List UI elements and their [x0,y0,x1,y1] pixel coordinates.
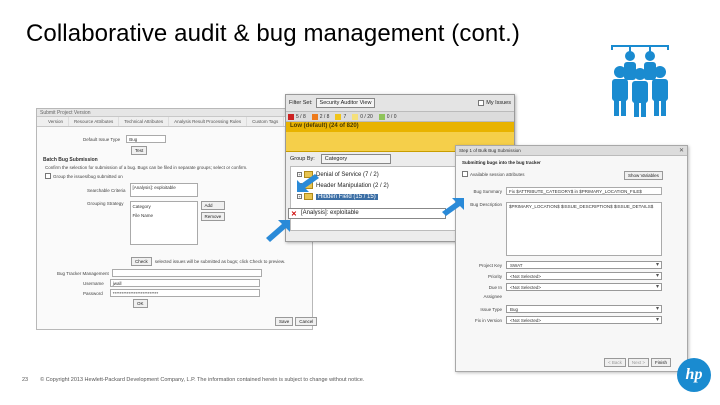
arrow-icon [297,174,319,192]
ok-button[interactable]: OK [133,299,148,308]
batch-section-desc: Confirm the selection for submission of … [45,165,248,170]
tree-item[interactable]: + Hidden Field (15 / 15) [297,193,378,200]
submitting-text: Submitting bugs into the bug tracker [462,160,541,165]
group-by-select[interactable]: Category [320,154,391,164]
team-people-icon [611,45,669,117]
folder-icon [304,193,313,200]
close-icon[interactable]: ✕ [679,147,684,154]
due-in-select[interactable]: <Not Selected> [506,283,662,291]
test-button[interactable]: Test [131,146,148,155]
back-button[interactable]: < Back [604,358,626,367]
grouping-item[interactable]: File Name [133,213,195,218]
priority-tab[interactable]: 5 / 8 [288,113,306,120]
search-input[interactable]: ✕ [Analysis]: exploitable [288,208,446,219]
remove-button[interactable]: Remove [200,212,226,221]
fix-version-select[interactable]: <Not Selected> [506,316,662,324]
save-button[interactable]: Save [275,317,294,326]
page-number: 23 [22,377,29,383]
group-by-label: Group By: [290,156,315,162]
filter-set-label: Filter Set: [289,100,313,106]
finish-button[interactable]: Finish [651,358,672,367]
copyright-text: © Copyright 2013 Hewlett-Packard Develop… [40,377,365,383]
field-label: Due In [488,284,502,290]
field-label: Assignee [483,294,502,299]
available-checkbox[interactable] [462,171,468,177]
arrow-icon [266,220,290,242]
tab-custom-tags[interactable]: Custom Tags [247,117,285,126]
project-key-select[interactable]: SWAT [506,261,662,269]
bug-summary-field[interactable]: Fix $ATTRIBUTE_CATEGORY$ in $PRIMARY_LOC… [506,187,662,195]
check-desc: selected issues will be submitted as bug… [154,259,286,264]
bugtracker-label: Bug Tracker Management [57,270,109,276]
cancel-button[interactable]: Cancel [295,317,318,326]
check-button[interactable]: Check [131,257,152,266]
default-issue-type-field[interactable]: Bug [126,135,167,143]
submit-tabs: Version Resource Attributes Technical At… [37,117,312,127]
username-label: Username [83,280,104,286]
my-issues-checkbox[interactable] [478,100,485,106]
hp-logo: hp [677,358,711,392]
field-label: Project Key [478,262,502,268]
bug-summary-label: Bug Summary [473,188,502,194]
filter-label: Searchable Criteria [87,187,126,193]
priority-select[interactable]: <Not Selected> [506,272,662,280]
password-label: Password [83,290,103,296]
available-label: Available session attributes [470,171,525,177]
filter-field[interactable]: [Analysis]: exploitable [129,183,198,197]
default-issue-type-label: Default Issue Type [83,136,121,142]
tab-resource-attributes[interactable]: Resource Attributes [69,117,120,126]
grouping-label: Grouping Strategy [87,201,124,206]
bugtracker-field[interactable] [111,269,262,277]
priority-tab[interactable]: 7 [335,113,346,120]
group-checkbox[interactable] [45,173,51,179]
clear-search-icon[interactable]: ✕ [291,210,297,218]
bulk-window-title: Step 1 of Bulk Bug Submission [456,146,687,156]
field-label: Priority [487,273,502,279]
next-button[interactable]: Next > [627,358,650,367]
add-button[interactable]: Add [200,201,226,210]
bug-description-field[interactable]: $PRIMARY_LOCATION$ $ISSUE_DESCRIPTION$ $… [506,202,662,256]
filter-set-select[interactable]: Security Auditor View [315,98,376,108]
priority-tab[interactable]: 0 / 20 [352,113,373,120]
tab-technical-attributes[interactable]: Technical Attributes [119,117,170,126]
priority-tab[interactable]: 2 / 8 [311,113,329,120]
field-label: Issue Type [480,306,502,312]
issue-type-select[interactable]: Bug [506,305,662,313]
low-priority-bar[interactable]: Low (default) (24 of 820) [286,122,514,132]
username-field[interactable]: jwall [109,279,260,287]
grouping-item[interactable]: Category [133,204,195,209]
field-label: Fix in Version [474,317,502,323]
priority-tabs: 5 / 8 2 / 8 7 0 / 20 0 / 0 [286,112,514,122]
arrow-icon [442,198,464,216]
tab-version[interactable]: Version [43,117,70,126]
tab-analysis-rules[interactable]: Analysis Result Processing Rules [169,117,248,126]
submit-window-title: Submit Project Version [37,109,312,117]
hp-logo-text: hp [685,366,703,383]
bulk-bug-submission-window: Step 1 of Bulk Bug Submission ✕ Submitti… [455,145,688,372]
batch-section-heading: Batch Bug Submission [43,157,98,163]
expand-icon[interactable]: + [297,194,302,199]
slide-title: Collaborative audit & bug management (co… [26,20,521,47]
priority-tab[interactable]: 0 / 0 [378,113,397,120]
group-label: Group the issues/bug submitted on [53,173,123,179]
slide-footer: 23 © Copyright 2013 Hewlett-Packard Deve… [22,377,364,383]
show-variables-button[interactable]: Show Variables [624,171,663,180]
my-issues-label: My Issues [486,100,511,106]
grouping-list[interactable]: Category File Name [129,201,198,245]
password-field[interactable]: ************************** [109,289,260,297]
